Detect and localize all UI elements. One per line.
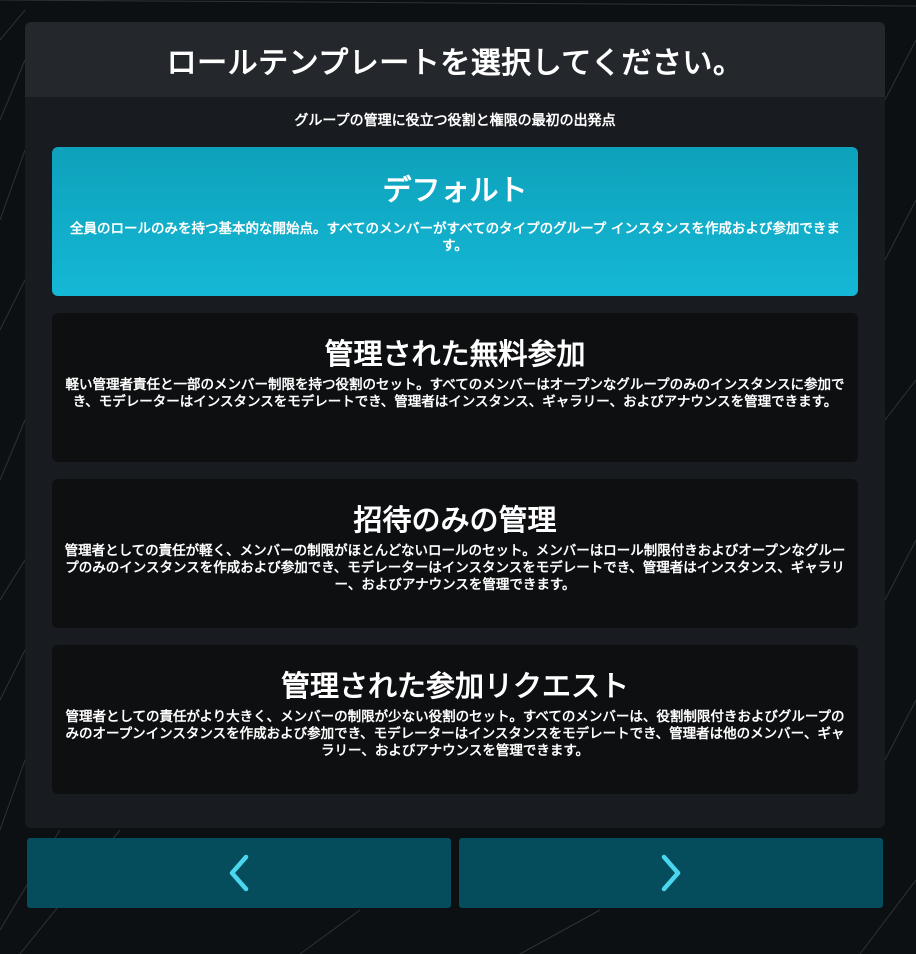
role-template-panel: ロールテンプレートを選択してください。 グループの管理に役立つ役割と権限の最初の… xyxy=(25,22,885,828)
template-description: 軽い管理者責任と一部のメンバー制限を持つ役割のセット。すべてのメンバーはオープン… xyxy=(65,377,845,410)
panel-header: ロールテンプレートを選択してください。 xyxy=(25,22,885,97)
template-title: 管理された無料参加 xyxy=(324,337,586,371)
template-description: 管理者としての責任がより大きく、メンバーの制限が少ない役割のセット。すべてのメン… xyxy=(65,709,845,759)
template-description: 全員のロールのみを持つ基本的な開始点。すべてのメンバーがすべてのタイプのグループ… xyxy=(70,221,840,254)
template-card-managed-free-join[interactable]: 管理された無料参加 軽い管理者責任と一部のメンバー制限を持つ役割のセット。すべて… xyxy=(52,313,858,462)
chevron-left-icon xyxy=(229,854,249,892)
page-subtitle: グループの管理に役立つ役割と権限の最初の出発点 xyxy=(294,113,616,129)
next-button[interactable] xyxy=(459,838,883,908)
chevron-right-icon xyxy=(661,854,681,892)
template-card-managed-join-request[interactable]: 管理された参加リクエスト 管理者としての責任がより大きく、メンバーの制限が少ない… xyxy=(52,645,858,794)
template-title: デフォルト xyxy=(382,173,528,207)
template-card-invite-only[interactable]: 招待のみの管理 管理者としての責任が軽く、メンバーの制限がほとんどないロールのセ… xyxy=(52,479,858,628)
template-description: 管理者としての責任が軽く、メンバーの制限がほとんどないロールのセット。メンバーは… xyxy=(64,543,846,593)
template-title: 管理された参加リクエスト xyxy=(280,669,629,703)
page-title: ロールテンプレートを選択してください。 xyxy=(166,45,744,81)
template-card-default[interactable]: デフォルト 全員のロールのみを持つ基本的な開始点。すべてのメンバーがすべてのタイ… xyxy=(52,147,858,296)
previous-button[interactable] xyxy=(27,838,451,908)
template-title: 招待のみの管理 xyxy=(353,503,557,537)
